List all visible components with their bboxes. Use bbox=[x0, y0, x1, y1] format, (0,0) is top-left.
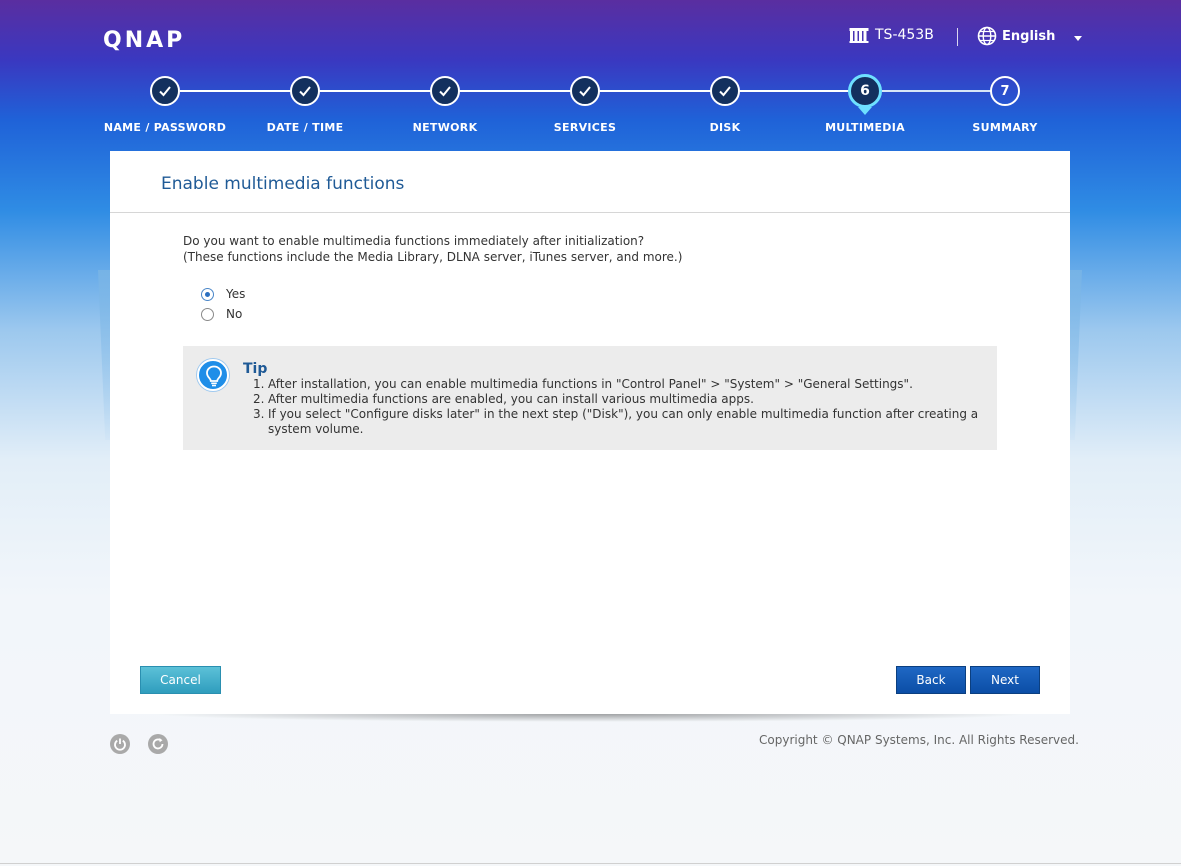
question-line-2: (These functions include the Media Libra… bbox=[183, 250, 683, 264]
device-name: TS-453B bbox=[875, 27, 934, 43]
cancel-button[interactable]: Cancel bbox=[140, 666, 221, 694]
step-4-circle bbox=[570, 76, 600, 106]
question-line-1: Do you want to enable multimedia functio… bbox=[183, 234, 645, 248]
step-label-summary: SUMMARY bbox=[972, 121, 1038, 134]
step-6-number: 6 bbox=[860, 83, 870, 99]
step-connector bbox=[180, 90, 852, 92]
tip-item: 2. After multimedia functions are enable… bbox=[253, 392, 988, 407]
step-6-circle-current: 6 bbox=[848, 74, 882, 108]
radio-yes[interactable] bbox=[201, 287, 214, 301]
step-label-disk: DISK bbox=[709, 121, 741, 134]
tip-list: 1. After installation, you can enable mu… bbox=[253, 377, 988, 437]
tip-box: Tip 1. After installation, you can enabl… bbox=[183, 346, 997, 450]
tip-item-text: After installation, you can enable multi… bbox=[268, 377, 913, 391]
step-5-circle bbox=[710, 76, 740, 106]
step-label-name-password: NAME / PASSWORD bbox=[103, 121, 227, 134]
language-label: English bbox=[1002, 28, 1056, 44]
step-1-circle bbox=[150, 76, 180, 106]
tip-title: Tip bbox=[243, 361, 268, 377]
tip-item-number: 2. bbox=[253, 392, 265, 406]
step-7-number: 7 bbox=[1000, 83, 1010, 99]
step-label-network: NETWORK bbox=[412, 121, 478, 134]
radio-no[interactable] bbox=[201, 307, 214, 321]
step-2-circle bbox=[290, 76, 320, 106]
power-icon[interactable] bbox=[110, 734, 130, 754]
chevron-down-icon bbox=[1074, 35, 1083, 41]
step-connector-remaining bbox=[882, 90, 992, 92]
tip-item: 1. After installation, you can enable mu… bbox=[253, 377, 988, 392]
checkmark-icon bbox=[299, 86, 311, 97]
step-7-circle: 7 bbox=[990, 76, 1020, 106]
checkmark-icon bbox=[719, 86, 731, 97]
tip-item-text: If you select "Configure disks later" in… bbox=[268, 407, 979, 436]
option-no-label: No bbox=[226, 307, 243, 321]
page-title: Enable multimedia functions bbox=[161, 174, 405, 194]
device-info: TS-453B bbox=[849, 27, 934, 43]
lightbulb-icon bbox=[197, 359, 229, 391]
copyright-text: Copyright © QNAP Systems, Inc. All Right… bbox=[759, 733, 1079, 747]
title-divider bbox=[110, 212, 1070, 213]
tip-item-number: 3. bbox=[253, 407, 265, 421]
restart-icon[interactable] bbox=[148, 734, 168, 754]
side-glow-left bbox=[98, 270, 110, 440]
step-label-date-time: DATE / TIME bbox=[266, 121, 344, 134]
next-button[interactable]: Next bbox=[970, 666, 1040, 694]
wizard-card: Enable multimedia functions Do you want … bbox=[110, 151, 1070, 714]
step-3-circle bbox=[430, 76, 460, 106]
tip-item: 3. If you select "Configure disks later"… bbox=[253, 407, 988, 437]
checkmark-icon bbox=[579, 86, 591, 97]
question-text: Do you want to enable multimedia functio… bbox=[183, 233, 682, 265]
tip-item-text: After multimedia functions are enabled, … bbox=[268, 392, 754, 406]
checkmark-icon bbox=[159, 86, 171, 97]
tip-item-number: 1. bbox=[253, 377, 265, 391]
side-glow-right bbox=[1070, 270, 1082, 440]
bottom-border bbox=[0, 863, 1181, 864]
step-label-services: SERVICES bbox=[553, 121, 617, 134]
nas-device-icon bbox=[849, 28, 869, 43]
language-selector[interactable]: English bbox=[977, 26, 1083, 46]
option-no[interactable]: No bbox=[201, 307, 242, 321]
globe-icon bbox=[977, 26, 997, 46]
step-label-multimedia: MULTIMEDIA bbox=[825, 121, 905, 134]
checkmark-icon bbox=[439, 86, 451, 97]
option-yes[interactable]: Yes bbox=[201, 287, 245, 301]
option-yes-label: Yes bbox=[226, 287, 246, 301]
card-shadow bbox=[150, 714, 1030, 722]
back-button[interactable]: Back bbox=[896, 666, 966, 694]
qnap-logo: QNAP bbox=[103, 28, 186, 53]
header-divider bbox=[957, 28, 958, 46]
